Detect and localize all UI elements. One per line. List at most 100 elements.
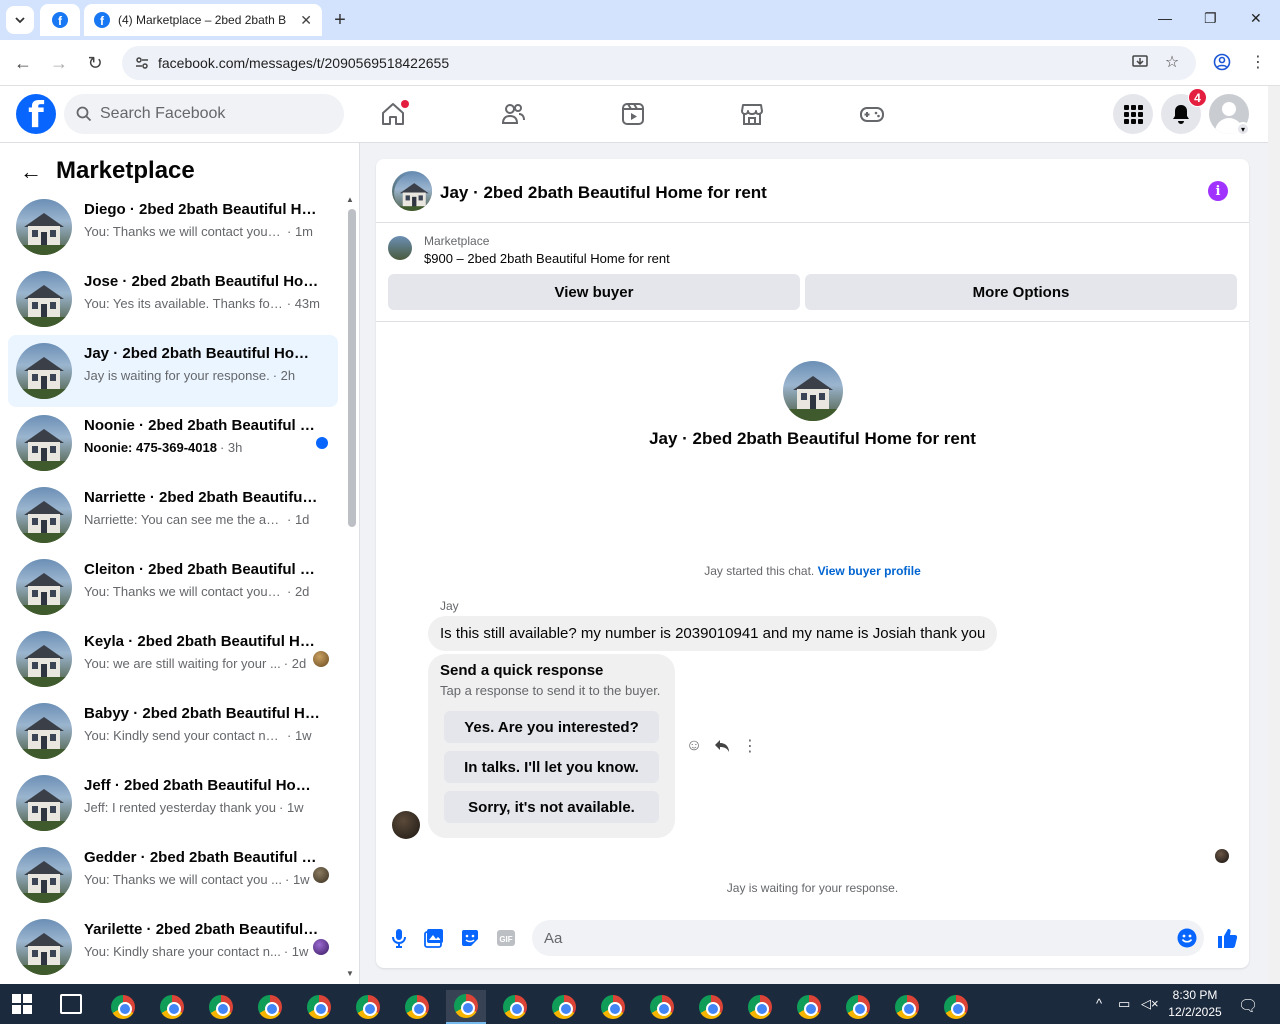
chrome-taskbar-icon[interactable] xyxy=(299,990,339,1024)
conversation-item-active[interactable]: Jay · 2bed 2bath Beautiful Home for rent… xyxy=(8,335,338,407)
pinned-tab-facebook[interactable]: f xyxy=(40,4,80,36)
quick-reply-in-talks[interactable]: In talks. I'll let you know. xyxy=(444,751,659,783)
conversation-name: Jose · 2bed 2bath Beautiful Home for ren… xyxy=(84,273,320,290)
conversation-item[interactable]: Noonie · 2bed 2bath Beautiful Home for r… xyxy=(8,407,338,479)
message-input[interactable]: Aa xyxy=(532,920,1204,956)
browser-menu-icon[interactable]: ⋮ xyxy=(1248,52,1268,72)
url-input[interactable]: facebook.com/messages/t/2090569518422655 xyxy=(122,46,1196,80)
network-icon[interactable]: ▭ xyxy=(1118,996,1130,1012)
like-thumbs-up-icon[interactable] xyxy=(1216,927,1238,949)
conversation-preview: You: we are still waiting for your ... · … xyxy=(84,656,320,671)
reload-button[interactable]: ↻ xyxy=(84,52,106,74)
bell-icon xyxy=(1173,105,1189,124)
bookmark-star-icon[interactable]: ☆ xyxy=(1162,52,1182,72)
chrome-taskbar-icon[interactable] xyxy=(789,990,829,1024)
chrome-taskbar-icon[interactable] xyxy=(544,990,584,1024)
grid-icon xyxy=(1124,105,1143,124)
chat-avatar[interactable] xyxy=(392,171,432,211)
back-button[interactable]: ← xyxy=(12,52,34,74)
tab-search-button[interactable] xyxy=(6,6,34,34)
listing-thumbnail[interactable] xyxy=(388,236,412,260)
reply-icon[interactable] xyxy=(712,736,732,756)
marketplace-listing-bar: Marketplace $900 – 2bed 2bath Beautiful … xyxy=(376,224,1249,322)
browser-tab-active[interactable]: f (4) Marketplace – 2bed 2bath B ✕ xyxy=(84,4,322,36)
conversation-time: · 1m xyxy=(287,224,313,239)
view-buyer-profile-link[interactable]: View buyer profile xyxy=(818,564,921,578)
sticker-icon[interactable] xyxy=(459,927,481,949)
chrome-taskbar-icon[interactable] xyxy=(103,990,143,1024)
microphone-icon[interactable] xyxy=(388,927,410,949)
conversation-item[interactable]: Babyy · 2bed 2bath Beautiful Home for re… xyxy=(8,695,338,767)
chrome-taskbar-icon[interactable] xyxy=(740,990,780,1024)
chat-profile-avatar[interactable] xyxy=(783,361,843,421)
chrome-taskbar-icon[interactable] xyxy=(691,990,731,1024)
photo-icon[interactable] xyxy=(423,927,445,949)
install-app-icon[interactable] xyxy=(1130,52,1150,72)
marketplace-icon[interactable] xyxy=(738,100,766,128)
conversation-item[interactable]: Gedder · 2bed 2bath Beautiful Home for r… xyxy=(8,839,338,911)
conversation-item[interactable]: Narriette · 2bed 2bath Beautiful Home fo… xyxy=(8,479,338,551)
tray-chevron-up-icon[interactable]: ^ xyxy=(1096,996,1102,1011)
sender-avatar[interactable] xyxy=(392,811,420,839)
chrome-taskbar-icon[interactable] xyxy=(887,990,927,1024)
menu-grid-button[interactable] xyxy=(1113,94,1153,134)
quick-reply-not-available[interactable]: Sorry, it's not available. xyxy=(444,791,659,823)
react-emoji-icon[interactable]: ☺ xyxy=(684,736,704,756)
view-buyer-button[interactable]: View buyer xyxy=(388,274,800,310)
chrome-taskbar-icon-active[interactable] xyxy=(446,990,486,1024)
restore-button[interactable]: ❐ xyxy=(1204,10,1217,27)
back-arrow-icon[interactable]: ← xyxy=(20,159,42,185)
windows-start-icon[interactable] xyxy=(12,994,32,1014)
conversation-item[interactable]: Keyla · 2bed 2bath Beautiful Home for re… xyxy=(8,623,338,695)
chrome-taskbar-icon[interactable] xyxy=(495,990,535,1024)
site-info-icon[interactable] xyxy=(134,55,150,71)
info-icon[interactable]: i xyxy=(1208,181,1228,201)
chrome-taskbar-icon[interactable] xyxy=(593,990,633,1024)
emoji-icon[interactable] xyxy=(1176,927,1198,949)
chrome-taskbar-icon[interactable] xyxy=(838,990,878,1024)
taskbar-clock[interactable]: 8:30 PM 12/2/2025 xyxy=(1160,987,1230,1021)
facebook-logo[interactable]: f xyxy=(16,94,56,134)
incoming-message-bubble[interactable]: Is this still available? my number is 20… xyxy=(428,616,998,651)
chat-title[interactable]: Jay · 2bed 2bath Beautiful Home for rent xyxy=(440,183,767,203)
conversation-item[interactable]: Jose · 2bed 2bath Beautiful Home for ren… xyxy=(8,263,338,335)
scroll-up-arrow[interactable]: ▲ xyxy=(346,195,354,204)
scrollbar-thumb[interactable] xyxy=(348,209,356,527)
window-close-button[interactable]: ✕ xyxy=(1250,10,1262,27)
scroll-down-arrow[interactable]: ▼ xyxy=(346,969,354,978)
chrome-taskbar-icon[interactable] xyxy=(348,990,388,1024)
video-icon[interactable] xyxy=(619,100,647,128)
friends-icon[interactable] xyxy=(499,100,527,128)
new-tab-button[interactable]: + xyxy=(328,8,352,32)
conversation-preview: You: Thanks we will contact you so... · 1… xyxy=(84,224,320,239)
notification-center-icon[interactable]: 🗨 xyxy=(1238,996,1258,1016)
chrome-taskbar-icon[interactable] xyxy=(250,990,290,1024)
chevron-down-icon[interactable]: ▾ xyxy=(1236,122,1250,136)
more-options-button[interactable]: More Options xyxy=(805,274,1237,310)
profile-icon[interactable] xyxy=(1212,52,1232,72)
close-icon[interactable]: ✕ xyxy=(300,12,312,29)
marketplace-label: Marketplace xyxy=(424,234,490,248)
gif-icon[interactable]: GIF xyxy=(495,927,517,949)
search-input[interactable]: Search Facebook xyxy=(64,94,344,134)
conversation-item[interactable]: Diego · 2bed 2bath Beautiful Home for re… xyxy=(8,191,338,263)
notifications-button[interactable]: 4 xyxy=(1161,88,1207,134)
volume-muted-icon[interactable]: ◁× xyxy=(1141,996,1159,1012)
task-view-icon[interactable] xyxy=(60,994,82,1014)
conversation-item[interactable]: Jeff · 2bed 2bath Beautiful Home for ren… xyxy=(8,767,338,839)
conversation-item[interactable]: Cleiton · 2bed 2bath Beautiful Home for … xyxy=(8,551,338,623)
conversation-item[interactable]: Yarilette · 2bed 2bath Beautiful Home fo… xyxy=(8,911,338,983)
chrome-taskbar-icon[interactable] xyxy=(152,990,192,1024)
seen-avatar xyxy=(1215,849,1229,863)
minimize-button[interactable]: — xyxy=(1158,10,1172,26)
page-scrollbar[interactable] xyxy=(1268,86,1280,984)
chrome-taskbar-icon[interactable] xyxy=(642,990,682,1024)
chrome-taskbar-icon[interactable] xyxy=(936,990,976,1024)
chrome-taskbar-icon[interactable] xyxy=(397,990,437,1024)
quick-reply-interested[interactable]: Yes. Are you interested? xyxy=(444,711,659,743)
listing-title[interactable]: $900 – 2bed 2bath Beautiful Home for ren… xyxy=(424,251,670,266)
forward-button[interactable]: → xyxy=(48,52,70,74)
gaming-icon[interactable] xyxy=(858,100,886,128)
more-actions-icon[interactable]: ⋮ xyxy=(740,736,760,756)
chrome-taskbar-icon[interactable] xyxy=(201,990,241,1024)
